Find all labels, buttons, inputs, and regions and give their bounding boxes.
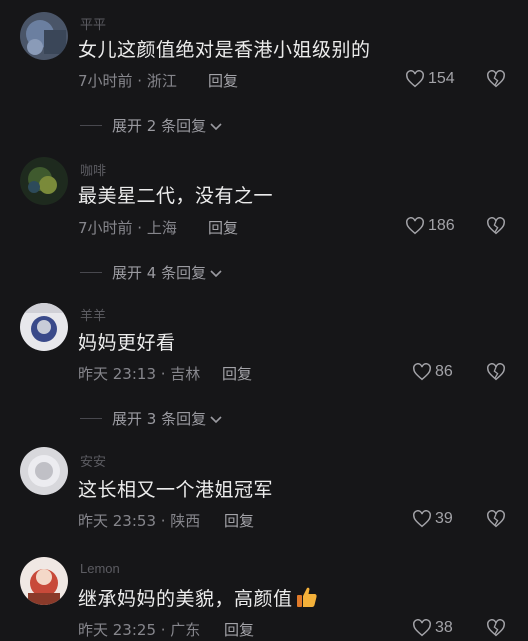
comment-username[interactable]: Lemon bbox=[80, 561, 120, 576]
like-count: 39 bbox=[435, 510, 453, 527]
expand-replies-label: 展开 2 条回复 bbox=[112, 117, 207, 135]
comment-text: 妈妈更好看 bbox=[78, 332, 176, 354]
heart-outline-icon bbox=[413, 510, 431, 528]
dislike-button[interactable] bbox=[486, 363, 506, 385]
like-button[interactable]: 38 bbox=[412, 619, 453, 637]
heart-outline-icon bbox=[413, 619, 431, 637]
comment-time-location: 7小时前 · 浙江 bbox=[78, 72, 177, 90]
expand-replies-button[interactable]: 展开 3 条回复 bbox=[80, 408, 223, 429]
broken-heart-icon bbox=[487, 619, 505, 637]
like-count: 186 bbox=[428, 217, 455, 234]
like-count: 86 bbox=[435, 363, 453, 380]
dislike-button[interactable] bbox=[486, 217, 506, 239]
expand-replies-label: 展开 4 条回复 bbox=[112, 264, 207, 282]
comment-time-location: 昨天 23:13 · 吉林 bbox=[78, 365, 201, 383]
expand-replies-button[interactable]: 展开 2 条回复 bbox=[80, 115, 223, 136]
avatar[interactable] bbox=[20, 557, 68, 605]
comment-text: 最美星二代，没有之一 bbox=[78, 185, 274, 207]
comment-text: 继承妈妈的美貌，高颜值 bbox=[78, 584, 319, 614]
comment-username[interactable]: 咖啡 bbox=[80, 160, 106, 179]
expand-replies-label: 展开 3 条回复 bbox=[112, 410, 207, 428]
heart-outline-icon bbox=[406, 70, 424, 88]
like-button[interactable]: 154 bbox=[405, 70, 455, 88]
avatar[interactable] bbox=[20, 303, 68, 351]
avatar[interactable] bbox=[20, 157, 68, 205]
avatar[interactable] bbox=[20, 12, 68, 60]
reply-button[interactable]: 回复 bbox=[224, 619, 254, 640]
comment-username[interactable]: 安安 bbox=[80, 451, 106, 470]
heart-outline-icon bbox=[406, 217, 424, 235]
dislike-button[interactable] bbox=[486, 70, 506, 92]
dislike-button[interactable] bbox=[486, 619, 506, 641]
chevron-down-icon bbox=[210, 415, 222, 423]
comment-username[interactable]: 羊羊 bbox=[80, 305, 106, 324]
comment-username[interactable]: 平平 bbox=[80, 14, 106, 33]
expand-replies-button[interactable]: 展开 4 条回复 bbox=[80, 262, 223, 283]
like-count: 154 bbox=[428, 70, 455, 87]
like-button[interactable]: 39 bbox=[412, 510, 453, 528]
chevron-down-icon bbox=[210, 269, 222, 277]
divider-line bbox=[80, 272, 102, 273]
comment-text: 女儿这颜值绝对是香港小姐级别的 bbox=[78, 39, 371, 61]
thumbs-up-emoji bbox=[295, 585, 319, 614]
like-count: 38 bbox=[435, 619, 453, 636]
like-button[interactable]: 186 bbox=[405, 217, 455, 235]
heart-outline-icon bbox=[413, 363, 431, 381]
broken-heart-icon bbox=[487, 217, 505, 235]
reply-button[interactable]: 回复 bbox=[222, 363, 252, 384]
comment-text-content: 继承妈妈的美貌，高颜值 bbox=[78, 588, 293, 610]
reply-button[interactable]: 回复 bbox=[224, 510, 254, 531]
avatar[interactable] bbox=[20, 447, 68, 495]
comment-time-location: 昨天 23:25 · 广东 bbox=[78, 621, 201, 639]
reply-button[interactable]: 回复 bbox=[208, 217, 238, 238]
broken-heart-icon bbox=[487, 70, 505, 88]
comment-text: 这长相又一个港姐冠军 bbox=[78, 479, 274, 501]
reply-button[interactable]: 回复 bbox=[208, 70, 238, 91]
comment-time-location: 昨天 23:53 · 陕西 bbox=[78, 512, 201, 530]
comment-time-location: 7小时前 · 上海 bbox=[78, 219, 177, 237]
divider-line bbox=[80, 125, 102, 126]
broken-heart-icon bbox=[487, 363, 505, 381]
divider-line bbox=[80, 418, 102, 419]
dislike-button[interactable] bbox=[486, 510, 506, 532]
like-button[interactable]: 86 bbox=[412, 363, 453, 381]
chevron-down-icon bbox=[210, 122, 222, 130]
broken-heart-icon bbox=[487, 510, 505, 528]
